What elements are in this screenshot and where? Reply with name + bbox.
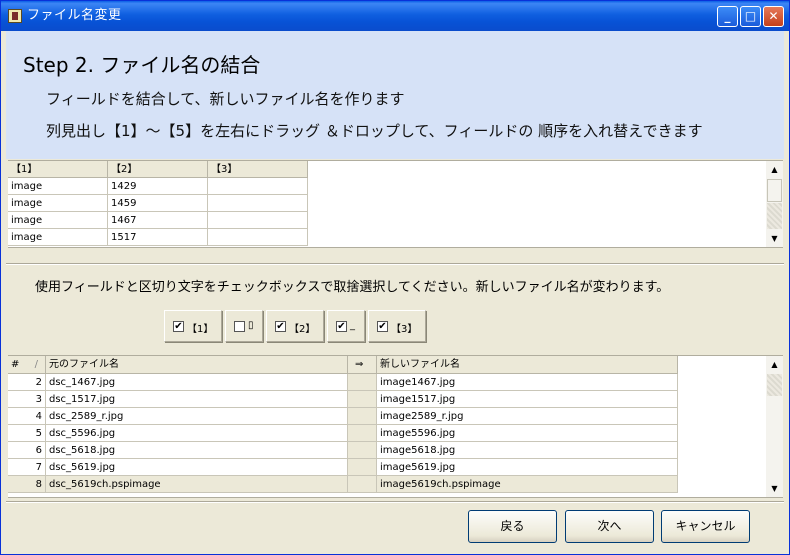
row-number: 4 xyxy=(8,408,46,425)
file-rename-table: # / 元のファイル名 ⇒ 新しいファイル名 2 dsc_1467.jpg im… xyxy=(8,355,783,498)
new-filename: image5619ch.pspimage xyxy=(377,476,678,493)
scroll-thumb[interactable] xyxy=(767,179,782,202)
new-filename: image5619.jpg xyxy=(377,459,678,476)
arrow-icon: ⇒ xyxy=(348,356,377,374)
column-header-num[interactable]: # / xyxy=(8,356,46,374)
app-icon xyxy=(8,9,22,23)
checkbox-label: ▯ xyxy=(248,320,254,331)
row-number: 2 xyxy=(8,374,46,391)
row-number: 7 xyxy=(8,459,46,476)
original-filename: dsc_5618.jpg xyxy=(46,442,348,459)
column-header-original[interactable]: 元のファイル名 xyxy=(46,356,348,374)
step-description: フィールドを結合して、新しいファイル名を作ります xyxy=(46,90,405,108)
arrow-cell xyxy=(348,442,377,459)
column-header-2[interactable]: 【2】 xyxy=(108,161,208,178)
step-header: Step 2. ファイル名の結合 フィールドを結合して、新しいファイル名を作りま… xyxy=(6,31,784,159)
checkbox[interactable] xyxy=(234,321,245,332)
checkbox-label: _ xyxy=(350,320,355,331)
minimize-button[interactable]: _ xyxy=(717,6,738,27)
original-filename: dsc_5619ch.pspimage xyxy=(46,476,348,493)
close-button[interactable]: ✕ xyxy=(763,6,784,27)
row-number: 8 xyxy=(8,476,46,493)
table-cell: 1517 xyxy=(108,229,208,246)
rename-dialog: ファイル名変更 _ □ ✕ Step 2. ファイル名の結合 フィールドを結合し… xyxy=(0,0,790,555)
window-title: ファイル名変更 xyxy=(27,8,122,23)
table-cell xyxy=(208,212,308,229)
arrow-cell xyxy=(348,476,377,493)
checkbox-instruction: 使用フィールドと区切り文字をチェックボックスで取捨選択してください。新しいファイ… xyxy=(35,280,670,295)
field-table: 【1】 【2】 【3】 image 1429 image 1459 image … xyxy=(8,160,783,248)
original-filename: dsc_5619.jpg xyxy=(46,459,348,476)
maximize-button[interactable]: □ xyxy=(740,6,761,27)
new-filename: image5596.jpg xyxy=(377,425,678,442)
field-2-toggle[interactable]: ✔ 【2】 xyxy=(266,310,324,342)
arrow-cell xyxy=(348,374,377,391)
footer-divider xyxy=(6,501,784,503)
arrow-cell xyxy=(348,425,377,442)
separator-2-toggle[interactable]: ✔ _ xyxy=(327,310,365,342)
checkbox-label: 【1】 xyxy=(187,324,214,335)
step-title: Step 2. ファイル名の結合 xyxy=(23,53,261,77)
table-cell: image xyxy=(8,195,108,212)
new-filename: image2589_r.jpg xyxy=(377,408,678,425)
table-cell: 1459 xyxy=(108,195,208,212)
arrow-cell xyxy=(348,408,377,425)
separator-1-toggle[interactable]: ▯ xyxy=(225,310,263,342)
column-header-1[interactable]: 【1】 xyxy=(8,161,108,178)
column-header-new[interactable]: 新しいファイル名 xyxy=(377,356,678,374)
original-filename: dsc_1517.jpg xyxy=(46,391,348,408)
scroll-track[interactable] xyxy=(767,203,782,229)
table-cell: 1429 xyxy=(108,178,208,195)
arrow-cell xyxy=(348,391,377,408)
scroll-down-icon[interactable]: ▼ xyxy=(766,230,783,247)
checkbox[interactable]: ✔ xyxy=(173,321,184,332)
scroll-thumb[interactable] xyxy=(767,374,782,396)
section-divider xyxy=(6,263,784,265)
original-filename: dsc_5596.jpg xyxy=(46,425,348,442)
num-header: # xyxy=(11,359,20,370)
field-table-scrollbar[interactable]: ▲ ▼ xyxy=(766,161,783,247)
row-number: 5 xyxy=(8,425,46,442)
field-1-toggle[interactable]: ✔ 【1】 xyxy=(164,310,222,342)
original-filename: dsc_1467.jpg xyxy=(46,374,348,391)
checkbox-label: 【3】 xyxy=(391,324,418,335)
scroll-up-icon[interactable]: ▲ xyxy=(766,161,783,178)
arrow-cell xyxy=(348,459,377,476)
next-button[interactable]: 次へ xyxy=(565,510,654,543)
new-filename: image1467.jpg xyxy=(377,374,678,391)
table-cell: image xyxy=(8,229,108,246)
cancel-button[interactable]: キャンセル xyxy=(661,510,750,543)
row-number: 3 xyxy=(8,391,46,408)
checkbox[interactable]: ✔ xyxy=(377,321,388,332)
table-cell: image xyxy=(8,178,108,195)
sort-icon: / xyxy=(34,359,38,370)
step-hint: 列見出し【1】～【5】を左右にドラッグ ＆ドロップして、フィールドの 順序を入れ… xyxy=(46,122,703,140)
row-number: 6 xyxy=(8,442,46,459)
column-header-3[interactable]: 【3】 xyxy=(208,161,308,178)
file-table-scrollbar[interactable]: ▲ ▼ xyxy=(766,356,783,497)
table-cell xyxy=(208,229,308,246)
new-filename: image1517.jpg xyxy=(377,391,678,408)
title-bar[interactable]: ファイル名変更 _ □ ✕ xyxy=(1,1,789,31)
table-cell: image xyxy=(8,212,108,229)
checkbox[interactable]: ✔ xyxy=(336,321,347,332)
new-filename: image5618.jpg xyxy=(377,442,678,459)
table-cell xyxy=(208,178,308,195)
checkbox[interactable]: ✔ xyxy=(275,321,286,332)
field-3-toggle[interactable]: ✔ 【3】 xyxy=(368,310,426,342)
scroll-down-icon[interactable]: ▼ xyxy=(766,480,783,497)
checkbox-label: 【2】 xyxy=(289,324,316,335)
scroll-track[interactable] xyxy=(767,397,782,479)
original-filename: dsc_2589_r.jpg xyxy=(46,408,348,425)
back-button[interactable]: 戻る xyxy=(468,510,557,543)
table-cell: 1467 xyxy=(108,212,208,229)
table-cell xyxy=(208,195,308,212)
scroll-up-icon[interactable]: ▲ xyxy=(766,356,783,373)
